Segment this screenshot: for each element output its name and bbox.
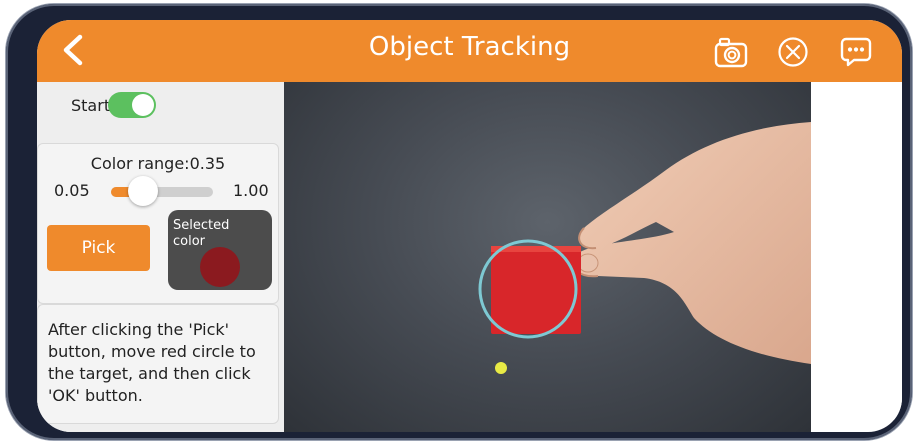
selected-color-swatch bbox=[200, 247, 240, 287]
camera-icon bbox=[714, 37, 748, 68]
app-screen: Object Tracking Start Color range:0.35 0… bbox=[37, 20, 902, 432]
toggle-knob[interactable] bbox=[132, 94, 154, 116]
header-bar: Object Tracking bbox=[37, 20, 902, 82]
pick-button[interactable]: Pick bbox=[47, 225, 150, 271]
color-range-label: Color range:0.35 bbox=[90, 154, 226, 173]
instructions-text: After clicking the 'Pick' button, move r… bbox=[48, 320, 256, 405]
chat-button[interactable] bbox=[838, 34, 874, 70]
target-dot bbox=[495, 362, 507, 374]
camera-button[interactable] bbox=[713, 34, 749, 70]
page-title: Object Tracking bbox=[368, 32, 571, 62]
slider-thumb[interactable] bbox=[128, 176, 159, 206]
right-panel bbox=[811, 82, 902, 420]
range-max-label: 1.00 bbox=[233, 181, 269, 200]
color-range-slider[interactable] bbox=[111, 176, 213, 206]
camera-scene bbox=[478, 122, 811, 374]
close-circle-icon bbox=[778, 37, 808, 67]
start-label: Start bbox=[71, 96, 111, 115]
close-button[interactable] bbox=[775, 34, 811, 70]
start-toggle[interactable] bbox=[108, 92, 156, 118]
camera-view[interactable] bbox=[284, 82, 811, 432]
chat-bubble-icon bbox=[840, 37, 872, 67]
selected-color-box: Selected color bbox=[168, 210, 272, 290]
phone-frame: Object Tracking Start Color range:0.35 0… bbox=[6, 4, 912, 440]
selected-color-label: Selected color bbox=[173, 218, 230, 249]
instructions-card: After clicking the 'Pick' button, move r… bbox=[37, 304, 279, 424]
range-min-label: 0.05 bbox=[54, 181, 90, 200]
hand-image bbox=[571, 122, 811, 364]
